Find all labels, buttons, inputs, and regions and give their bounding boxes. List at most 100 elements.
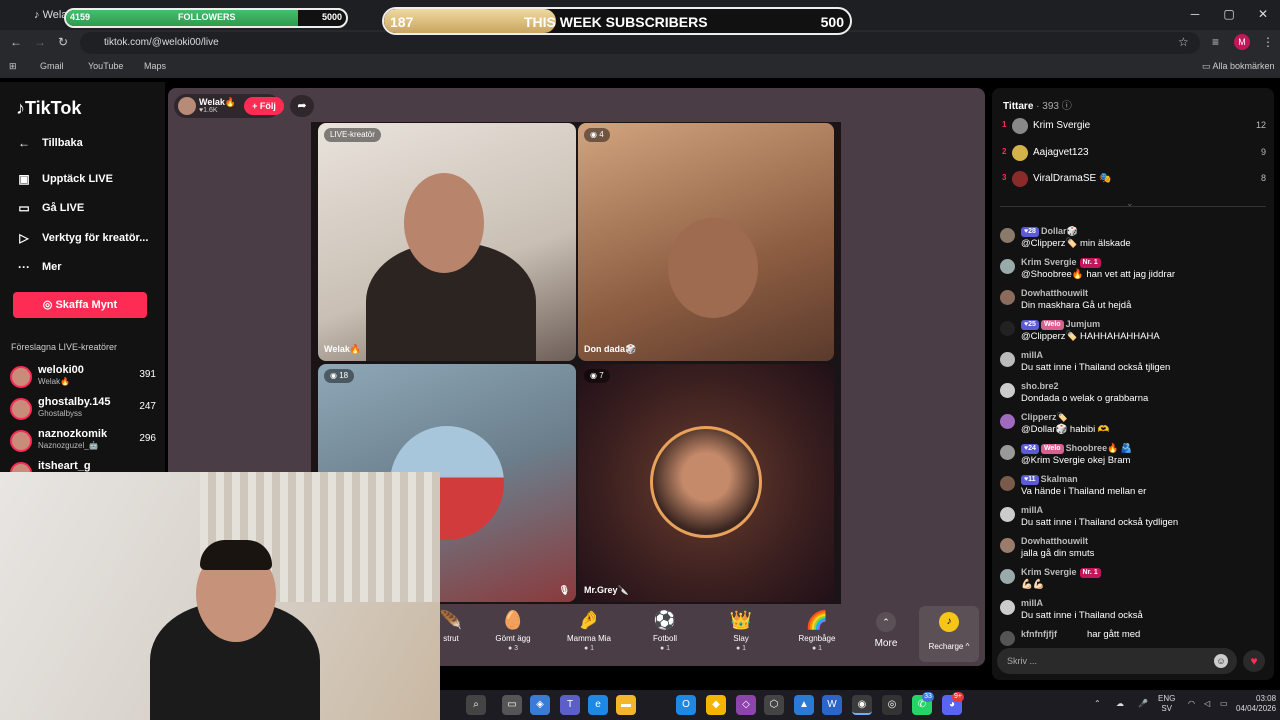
chat-message[interactable]: millA Du satt inne i Thailand också [1000,598,1270,628]
forward-arrow-icon[interactable]: → [34,35,46,49]
bookmark-maps[interactable]: Maps [144,61,166,71]
teams-icon[interactable]: T [560,695,580,715]
chat-message[interactable]: ♥11 Skalman Va hände i Thailand mellan er [1000,474,1270,504]
chat-message[interactable]: Clipperz🏷️ @Dollar🎲 habibi 🫶 [1000,412,1270,442]
chat-message[interactable]: sho.bre2 Dondada o welak o grabbarna [1000,381,1270,411]
more-gifts-button[interactable]: ⌃ More [871,612,901,649]
chat-message[interactable]: Dowhatthouwilt jalla gå din smuts [1000,536,1270,566]
viewer-name: Krim Svergie [1033,120,1091,131]
chat-message[interactable]: millA Du satt inne i Thailand också tydli… [1000,505,1270,535]
chat-message[interactable]: ♥24 Welo Shoobree🔥 🫂 @Krim Svergie okej Bra… [1000,443,1270,473]
chrome-icon[interactable]: ◉ [852,695,872,715]
menu-dots-icon[interactable]: ⋮ [1262,35,1274,49]
follow-button[interactable]: + Följ [244,97,284,115]
maximize-icon[interactable]: ▢ [1212,0,1246,30]
suggested-creator[interactable]: itsheart_g [10,460,160,472]
chat-message[interactable]: Dowhatthouwilt Din maskhara Gå ut hejdå [1000,288,1270,318]
close-icon[interactable]: ✕ [1246,0,1280,30]
bookmark-star-icon[interactable]: ☆ [1178,35,1189,49]
chat-user: Krim Svergie Nr. 1 [1021,257,1103,268]
share-icon[interactable]: ➦ [290,95,314,117]
gift-price: 1 [666,645,671,652]
reload-icon[interactable]: ↻ [58,35,68,49]
gift-item[interactable]: 👑 Slay ● 1 [706,610,776,652]
info-icon[interactable]: ⓘ [1062,101,1072,112]
creator-sub: Naznozguzel_🤖 [38,441,99,450]
chat-username: millA [1021,598,1044,608]
cloud-icon[interactable]: ☁ [1116,699,1124,709]
chat-username: sho.bre2 [1021,381,1059,391]
guest-tile[interactable]: ◉ 4 Don dada🎲 [578,123,834,361]
recharge-button[interactable]: ♪ Recharge ^ [919,606,979,662]
suggested-creator[interactable]: naznozkomik Naznozguzel_🤖 296 [10,428,160,454]
guest-tile[interactable]: ◉ 7 Mr.Grey🔪 [578,364,834,602]
tray-chevron-icon[interactable]: ⌃ [1094,699,1101,709]
subscribers-label: THIS WEEK SUBSCRIBERS [524,14,708,30]
outlook-icon[interactable]: O [676,695,696,715]
microphone-icon[interactable]: 🎤 [1138,699,1148,709]
apps-grid-icon[interactable]: ⊞ [9,61,17,72]
like-heart-icon[interactable]: ♥ [1243,650,1265,672]
chat-user: Krim Svergie Nr. 1 [1021,567,1103,578]
bookmark-youtube[interactable]: YouTube [88,61,123,71]
tools-icon: ▷ [19,231,29,245]
wifi-icon[interactable]: ◠ [1188,699,1195,709]
clock[interactable]: 03:08 04/04/2026 [1236,694,1276,714]
chat-message[interactable]: Krim Svergie Nr. 1 @Shoobree🔥 han vet att … [1000,257,1270,287]
search-bar-icon[interactable]: ⌕ [466,695,486,715]
guest-tile-host[interactable]: LIVE-kreatör Welak🔥 [318,123,576,361]
language-indicator[interactable]: ENG SV [1158,694,1175,714]
avatar [1012,145,1028,161]
bookmark-gmail[interactable]: Gmail [40,61,64,71]
back-arrow-icon[interactable]: ← [10,35,22,49]
app-icon[interactable]: ⬡ [764,695,784,715]
profile-avatar[interactable]: M [1234,34,1250,50]
top-viewer-row[interactable]: 1 Krim Svergie 12 [1002,116,1266,138]
chat-message[interactable]: Krim Svergie Nr. 1 💪🏻💪🏻 [1000,567,1270,597]
nav-ga-live[interactable]: ▭ Gå LIVE [16,201,84,215]
back-link[interactable]: ← Tillbaka [16,136,83,150]
top-viewer-row[interactable]: 3 ViralDramaSE 🎭 8 [1002,169,1266,191]
subscribers-current: 187 [390,14,414,30]
chat-input[interactable]: Skriv ... [997,648,1237,674]
edge-icon[interactable]: e [588,695,608,715]
avatar [1000,538,1015,553]
tile-label: Welak🔥 [324,344,362,354]
chat-message[interactable]: millA Du satt inne i Thailand också tjlig… [1000,350,1270,380]
url-field[interactable]: tiktok.com/@weloki00/live [80,32,1200,54]
nav-upptack-live[interactable]: ▣ Upptäck LIVE [16,172,113,186]
media-icon[interactable]: ≡ [1212,35,1219,49]
gift-item[interactable]: 🌈 Regnbåge ● 1 [782,610,852,652]
obs-icon[interactable]: ◎ [882,695,902,715]
gift-item[interactable]: 🤌 Mamma Mia ● 1 [554,610,624,652]
nav-more[interactable]: ··· Mer [16,260,62,274]
suggested-creator[interactable]: ghostalby.145 Ghostalbyss 247 [10,396,160,422]
battery-icon[interactable]: ▭ [1220,699,1228,709]
all-bookmarks[interactable]: ▭ Alla bokmärken [1202,61,1275,72]
m365-icon[interactable]: ◇ [736,695,756,715]
gift-item[interactable]: ⚽ Fotboll ● 1 [630,610,700,652]
emoji-icon[interactable]: ☺ [1214,654,1228,668]
volume-icon[interactable]: ◁ [1204,699,1210,709]
nav-creator-tools[interactable]: ▷ Verktyg för kreatör... [16,231,148,245]
chevron-down-icon[interactable]: ⌄ [1126,198,1134,209]
file-explorer-icon[interactable]: ▬ [616,695,636,715]
avatar [1000,631,1015,646]
suggested-creator[interactable]: weloki00 Welak🔥 391 [10,364,160,390]
copilot-icon[interactable]: ◈ [530,695,550,715]
top-viewer-row[interactable]: 2 Aajagvet123 9 [1002,143,1266,165]
word-icon[interactable]: W [822,695,842,715]
avatar [1012,118,1028,134]
tiktok-logo[interactable]: ♪TikTok [16,98,81,119]
lang-primary: ENG [1158,694,1176,703]
gift-item[interactable]: 🥚 Gömt ägg ● 3 [478,610,548,652]
viewer-icon: ◉ [590,371,600,380]
photos-icon[interactable]: ▲ [794,695,814,715]
creator-name: weloki00 [38,364,84,376]
chat-message[interactable]: ♥25 Welo Jumjum @Clipperz🏷️ HAHHAHAHHAHA [1000,319,1270,349]
chat-message[interactable]: ♥28 Dollar🎲 @Clipperz🏷️ min älskade [1000,226,1270,256]
buy-coins-button[interactable]: ◎ Skaffa Mynt [13,292,147,318]
task-view-icon[interactable]: ▭ [502,695,522,715]
shield-icon[interactable]: ◆ [706,695,726,715]
minimize-icon[interactable]: ─ [1178,0,1212,30]
